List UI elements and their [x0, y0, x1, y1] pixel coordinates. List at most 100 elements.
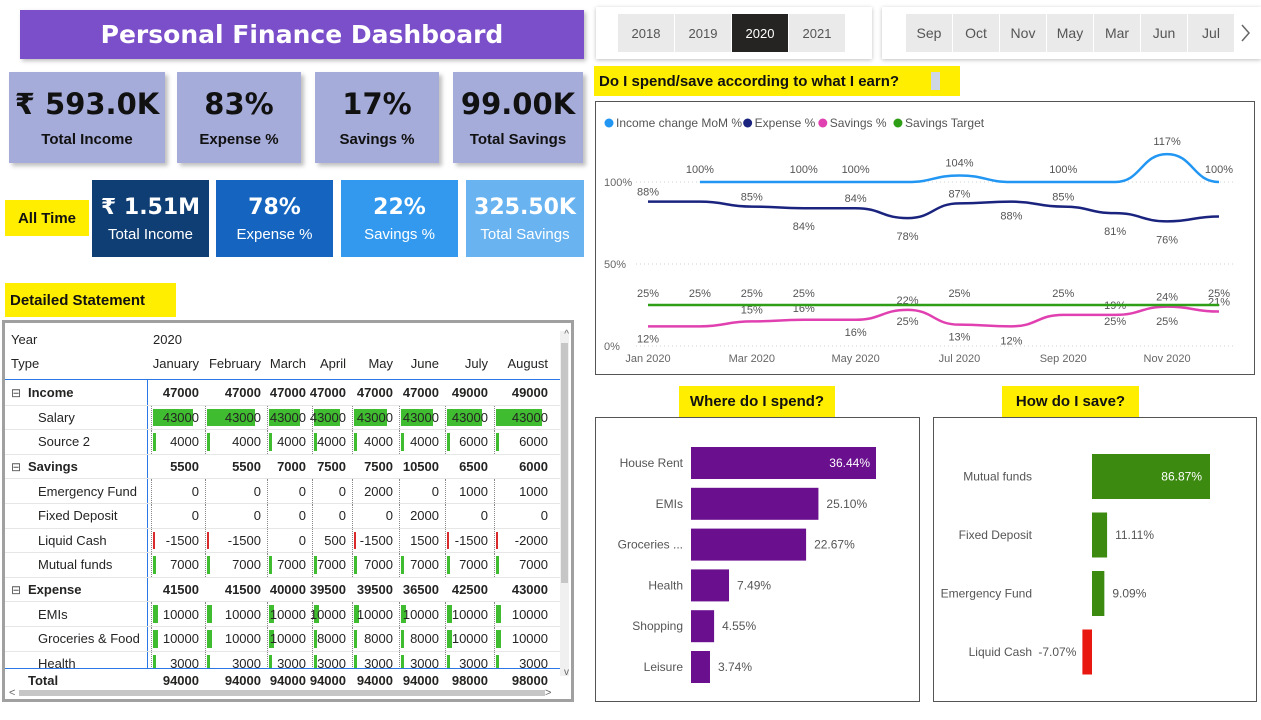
cell-divider [205, 602, 206, 626]
data-label: 84% [793, 221, 815, 233]
table-cell: 0 [399, 479, 445, 503]
data-label: 84% [845, 193, 867, 205]
kpi-total-savings: 99.00K Total Savings [453, 72, 583, 163]
year-chip-2020[interactable]: 2020 [732, 14, 788, 52]
cell-value: 39500 [356, 582, 393, 598]
month-column-header: February [208, 355, 261, 371]
negative-bar [153, 531, 155, 550]
table-cell: 41500 [205, 578, 267, 602]
bar [1092, 571, 1105, 616]
cell-value: 47000 [269, 385, 306, 401]
table-cell: 7500 [312, 455, 352, 479]
kpi-value: 78% [248, 194, 301, 220]
collapse-icon[interactable]: ⊟ [11, 583, 21, 597]
table-cell: 10000 [205, 627, 267, 651]
collapse-icon[interactable]: ⊟ [11, 386, 21, 400]
horizontal-scrollbar[interactable] [19, 690, 545, 696]
category-label: Mutual funds [963, 470, 1032, 484]
table-cell: 41500 [151, 578, 205, 602]
category-label: Emergency Fund [941, 587, 1032, 601]
scroll-down-icon[interactable]: v [564, 667, 569, 678]
year-chip-2021[interactable]: 2021 [789, 14, 845, 52]
data-label: 25% [793, 288, 815, 300]
kpi-total-income: ₹ 593.0K Total Income [9, 72, 165, 163]
legend-marker [604, 118, 614, 128]
cell-value: 1000 [519, 483, 548, 499]
kpi-label: Total Income [41, 131, 133, 148]
cell-value: 5500 [170, 459, 199, 475]
table-cell: 47000 [267, 381, 312, 405]
matrix-header-type: Type January February March April May June July… [5, 351, 565, 376]
data-label: 100% [790, 164, 818, 176]
table-cell: 8000 [399, 627, 445, 651]
month-slicer: Sep Oct Nov May Mar Jun Jul [882, 7, 1261, 59]
year-chip-2018[interactable]: 2018 [618, 14, 674, 52]
kpi-expense-pct: 83% Expense % [177, 72, 301, 163]
table-cell: 5500 [205, 455, 267, 479]
table-row: EMIs 10000 10000 10000 10000 10000 10000 10000 1… [5, 602, 561, 627]
cell-value: 1500 [410, 532, 439, 548]
table-cell: 4000 [151, 430, 205, 454]
month-chip-oct[interactable]: Oct [953, 14, 999, 52]
cell-value: 47000 [356, 385, 393, 401]
data-label: 24% [1156, 292, 1178, 304]
collapse-icon[interactable]: ⊟ [11, 460, 21, 474]
line-chart: 0% 50% 100% Jan 2020 Mar 2020 May 2020 Jul 202… [604, 116, 1236, 365]
cell-divider [445, 627, 446, 651]
month-column-header: August [507, 355, 548, 371]
cell-value: 43000 [356, 409, 393, 425]
matrix-header-year: Year 2020 [5, 327, 565, 352]
scroll-left-icon[interactable]: < [9, 687, 15, 699]
all-time-label: All Time [5, 200, 89, 236]
month-chip-sep[interactable]: Sep [906, 14, 952, 52]
cell-divider [267, 405, 268, 430]
month-chip-jun[interactable]: Jun [1141, 14, 1187, 52]
month-chip-nov[interactable]: Nov [1000, 14, 1046, 52]
value-label: 4.55% [722, 619, 756, 633]
cell-value: 8000 [410, 631, 439, 647]
legend-label: Income change MoM % [616, 116, 742, 130]
legend-marker [818, 118, 828, 128]
year-header-label: Year [11, 331, 38, 347]
cell-value: 0 [298, 532, 306, 548]
cell-divider [494, 528, 495, 553]
cell-value: 43000 [162, 409, 199, 425]
cell-value: 10500 [402, 459, 439, 475]
cell-value: 43000 [511, 582, 548, 598]
chevron-right-icon[interactable] [1235, 14, 1255, 52]
row-label: Salary [38, 409, 75, 425]
vertical-scrollbar-thumb[interactable] [561, 343, 568, 583]
month-chip-may[interactable]: May [1047, 14, 1093, 52]
kpi-label: Expense % [199, 131, 279, 148]
cell-value: 7000 [410, 557, 439, 573]
table-cell: 47000 [310, 381, 352, 405]
save-chart-title: How do I save? [1002, 386, 1139, 417]
month-chip-mar[interactable]: Mar [1094, 14, 1140, 52]
table-cell: 39500 [310, 578, 352, 602]
row-label: Source 2 [38, 434, 91, 450]
bar [691, 651, 710, 683]
cell-divider [445, 504, 446, 528]
row-label: Fixed Deposit [38, 508, 118, 524]
scroll-right-icon[interactable]: > [545, 687, 551, 699]
table-row: Source 2 4000 4000 4000 4000 4000 4000 6000 6000 [5, 430, 561, 455]
table-cell: -1500 [151, 528, 205, 553]
data-bar [153, 605, 158, 623]
scroll-up-icon[interactable]: ^ [564, 329, 569, 340]
table-cell: 47000 [399, 381, 445, 405]
data-label: 25% [948, 288, 970, 300]
value-label: 86.87% [1161, 470, 1202, 484]
table-cell: 10000 [352, 602, 399, 626]
cell-value: 8000 [364, 631, 393, 647]
total-cell: 94000 [402, 673, 439, 689]
kpi-alltime-savings-pct: 22% Savings % [341, 180, 458, 257]
cell-value: 6000 [459, 434, 488, 450]
table-cell: 10000 [151, 602, 205, 626]
data-label: 16% [845, 327, 867, 339]
cell-value: 10000 [451, 606, 488, 622]
year-chip-2019[interactable]: 2019 [675, 14, 731, 52]
month-chip-jul[interactable]: Jul [1188, 14, 1234, 52]
kpi-alltime-expense: 78% Expense % [216, 180, 333, 257]
cell-divider [399, 430, 400, 454]
table-cell: 1000 [494, 479, 554, 503]
